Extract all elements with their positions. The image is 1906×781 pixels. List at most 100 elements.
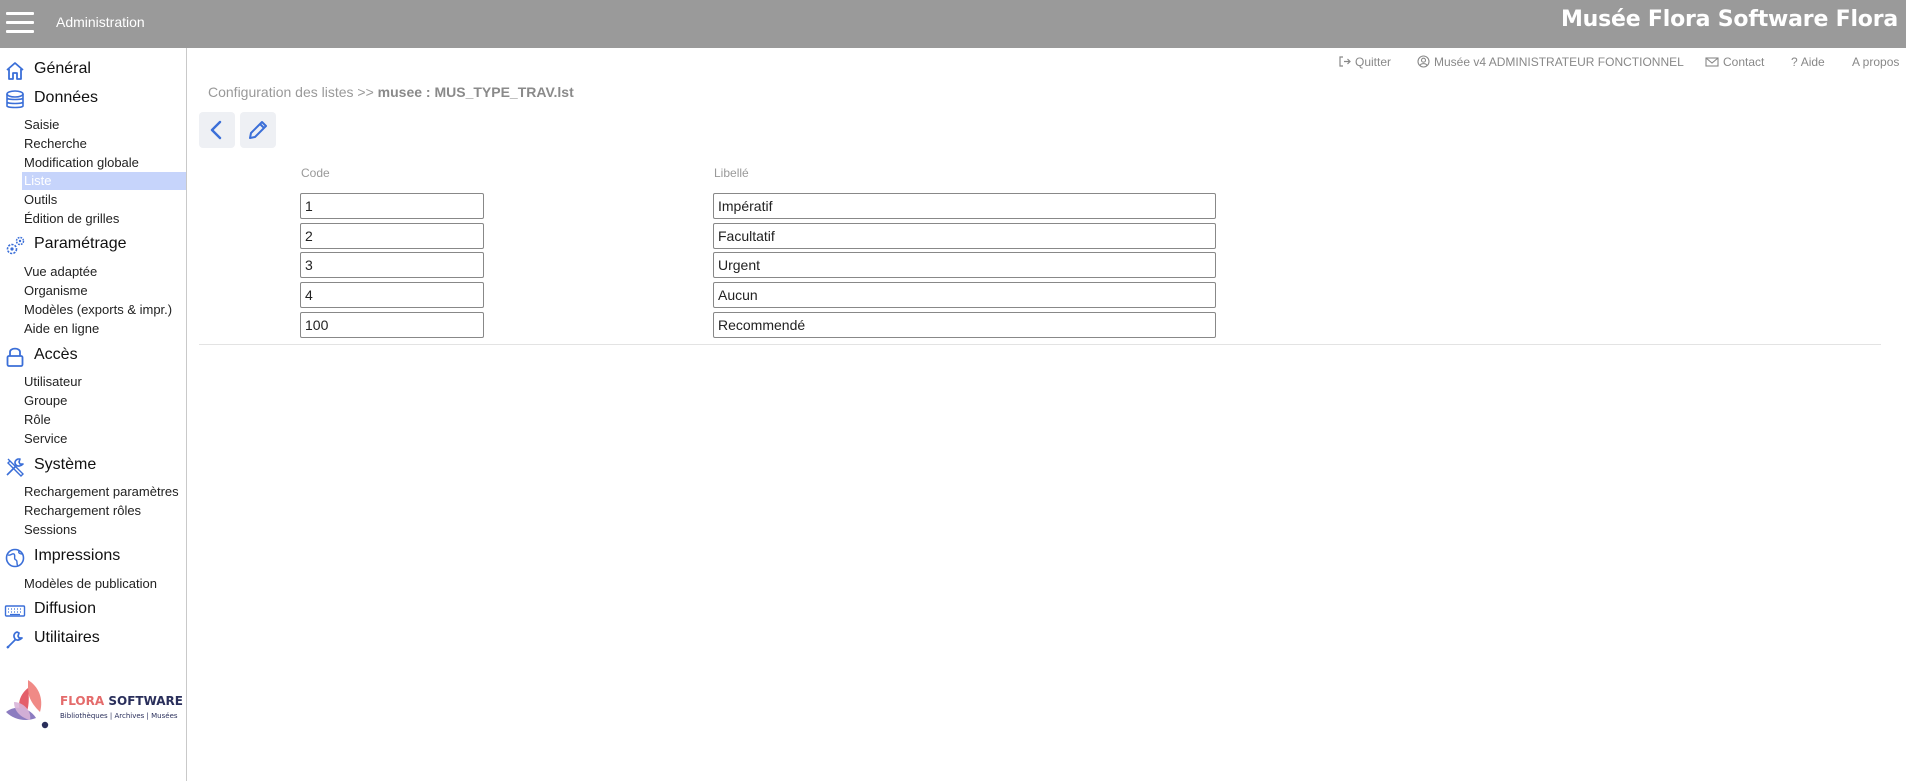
logo-tagline: Bibliothèques | Archives | Musées [60, 712, 178, 720]
sidebar-item-modification-globale[interactable]: Modification globale [22, 154, 186, 172]
sidebar-section-impressions[interactable]: Impressions [0, 544, 186, 570]
libelle-field[interactable]: Facultatif [713, 223, 1216, 249]
chevron-left-icon [210, 120, 222, 140]
about-link[interactable]: A propos [1852, 55, 1899, 69]
sidebar-item-label: Modèles de publication [24, 576, 157, 591]
breadcrumb-current: musee : MUS_TYPE_TRAV.lst [377, 84, 574, 100]
code-field[interactable]: 4 [300, 282, 484, 308]
code-field[interactable]: 2 [300, 223, 484, 249]
question-mark-icon: ? [1791, 55, 1798, 69]
keyboard-icon [4, 605, 26, 617]
quit-label: Quitter [1355, 55, 1392, 69]
libelle-field[interactable]: Urgent [713, 252, 1216, 278]
top-bar: Administration Musée Flora Software Flor… [0, 0, 1906, 48]
sidebar-item-label: Liste [24, 173, 52, 188]
sidebar-section-acces[interactable]: Accès [0, 343, 186, 369]
sidebar-item-label: Service [24, 431, 68, 446]
logout-icon [1339, 56, 1351, 67]
code-field[interactable]: 100 [300, 312, 484, 338]
sidebar-section-parametrage[interactable]: Paramétrage [0, 232, 186, 258]
sidebar-item-label: Rechargement rôles [24, 503, 142, 518]
sidebar-item-label: Sessions [24, 522, 77, 537]
home-icon [6, 62, 24, 80]
sidebar-section-label: Données [34, 89, 99, 106]
breadcrumb: Configuration des listes >> musee : MUS_… [208, 84, 574, 100]
libelle-field[interactable]: Aucun [713, 282, 1216, 308]
gears-icon [6, 236, 25, 255]
back-button[interactable] [199, 112, 235, 148]
sidebar-section-label: Diffusion [34, 600, 96, 617]
contact-label: Contact [1723, 55, 1765, 69]
sidebar-section-label: Général [34, 60, 91, 77]
help-label: Aide [1800, 55, 1825, 69]
pencil-icon [249, 121, 267, 139]
sidebar-section-label: Accès [34, 346, 78, 363]
user-link[interactable]: Musée v4 ADMINISTRATEUR FONCTIONNEL [1417, 55, 1684, 69]
sidebar-item-role[interactable]: Rôle [22, 411, 186, 429]
sidebar-item-label: Modèles (exports & impr.) [24, 302, 173, 317]
sidebar-item-label: Rechargement paramètres [24, 484, 179, 499]
contact-link[interactable]: Contact [1705, 55, 1764, 69]
sidebar-section-general[interactable]: Général [0, 57, 186, 83]
sidebar-section-label: Utilitaires [34, 629, 100, 646]
sidebar-section-label: Impressions [34, 547, 121, 564]
hamburger-menu-icon[interactable] [6, 12, 34, 34]
sidebar-item-sessions[interactable]: Sessions [22, 521, 186, 539]
sidebar-section-label: Système [34, 456, 97, 473]
libelle-field[interactable]: Recommendé [713, 312, 1216, 338]
user-label: Musée v4 ADMINISTRATEUR FONCTIONNEL [1434, 55, 1684, 69]
wrench-icon [6, 631, 23, 649]
code-field[interactable]: 3 [300, 252, 484, 278]
sidebar-item-vue-adaptee[interactable]: Vue adaptée [22, 263, 186, 281]
libelle-field[interactable]: Impératif [713, 193, 1216, 219]
logo-name-part1: FLORA [60, 694, 105, 708]
sidebar-item-label: Aide en ligne [24, 321, 100, 336]
envelope-icon [1705, 57, 1719, 67]
database-icon [6, 90, 24, 109]
sidebar-item-edition-grilles[interactable]: Édition de grilles [22, 210, 186, 228]
sidebar-item-utilisateur[interactable]: Utilisateur [22, 373, 186, 391]
sidebar-item-modeles-publication[interactable]: Modèles de publication [22, 575, 186, 593]
brand-title: Musée Flora Software Flora [1560, 7, 1898, 32]
sidebar-item-label: Utilisateur [24, 374, 82, 389]
edit-button[interactable] [240, 112, 276, 148]
divider [199, 344, 1881, 345]
code-field[interactable]: 1 [300, 193, 484, 219]
sidebar-section-diffusion[interactable]: Diffusion [0, 597, 186, 623]
sidebar-item-label: Recherche [24, 136, 87, 151]
sidebar-item-outils[interactable]: Outils [22, 191, 186, 209]
sidebar-item-label: Édition de grilles [24, 211, 120, 226]
user-circle-icon [1417, 55, 1430, 68]
lock-icon [6, 347, 24, 367]
column-header-libelle: Libellé [714, 166, 749, 180]
globe-icon [5, 548, 25, 568]
sidebar-item-label: Vue adaptée [24, 264, 98, 279]
sidebar-item-saisie[interactable]: Saisie [22, 116, 186, 134]
sidebar-item-service[interactable]: Service [22, 430, 186, 448]
sidebar-item-label: Organisme [24, 283, 88, 298]
help-link[interactable]: ? Aide [1791, 55, 1825, 69]
breadcrumb-separator: >> [357, 84, 374, 100]
sidebar-item-modeles-exports[interactable]: Modèles (exports & impr.) [22, 301, 186, 319]
sidebar-item-label: Saisie [24, 117, 60, 132]
about-label: A propos [1852, 55, 1900, 69]
sidebar-section-systeme[interactable]: Système [0, 453, 186, 479]
sidebar-item-rechargement-parametres[interactable]: Rechargement paramètres [22, 483, 186, 501]
column-header-code: Code [301, 166, 330, 180]
quit-link[interactable]: Quitter [1338, 55, 1391, 69]
sidebar-item-rechargement-roles[interactable]: Rechargement rôles [22, 502, 186, 520]
tools-icon [6, 458, 24, 477]
sidebar-section-utilitaires[interactable]: Utilitaires [0, 626, 186, 652]
sidebar-item-liste[interactable]: Liste [22, 172, 186, 190]
sidebar-section-donnees[interactable]: Données [0, 86, 186, 112]
sidebar-item-organisme[interactable]: Organisme [22, 282, 186, 300]
sidebar-item-aide-en-ligne[interactable]: Aide en ligne [22, 320, 186, 338]
breadcrumb-parent[interactable]: Configuration des listes [208, 84, 354, 100]
sidebar-item-label: Rôle [24, 412, 51, 427]
app-title: Administration [56, 14, 145, 30]
sidebar-item-label: Groupe [24, 393, 68, 408]
sidebar-item-groupe[interactable]: Groupe [22, 392, 186, 410]
sidebar-section-label: Paramétrage [34, 235, 127, 252]
sidebar-item-label: Outils [24, 192, 58, 207]
sidebar-item-recherche[interactable]: Recherche [22, 135, 186, 153]
